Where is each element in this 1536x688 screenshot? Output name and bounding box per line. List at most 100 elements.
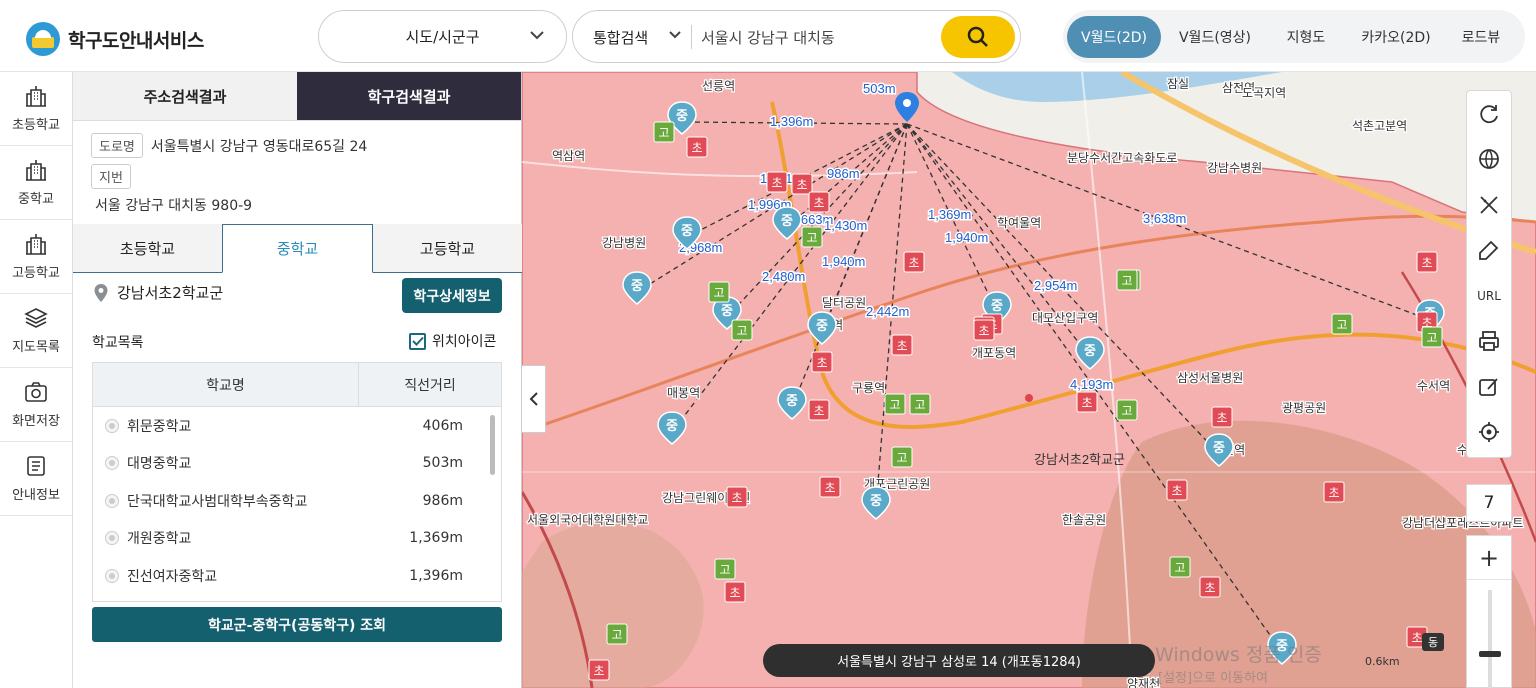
tab-elementary[interactable]: 초등학교 — [73, 224, 222, 272]
svg-text:고: 고 — [914, 398, 925, 412]
tab-topographic[interactable]: 지형도 — [1269, 16, 1343, 58]
nav-screen-save[interactable]: 화면저장 — [0, 368, 72, 442]
table-row[interactable]: 개원중학교 1,369m — [93, 520, 501, 558]
elementary-school-marker-icon[interactable]: 초 — [891, 334, 913, 356]
table-scrollbar[interactable] — [490, 415, 495, 475]
tab-high[interactable]: 고등학교 — [373, 224, 522, 272]
high-school-marker-icon[interactable]: 고 — [714, 558, 736, 580]
radio-button[interactable] — [105, 456, 119, 471]
elementary-school-marker-icon[interactable]: 초 — [819, 476, 841, 498]
url-tool[interactable]: URL — [1467, 273, 1511, 319]
high-school-marker-icon[interactable]: 고 — [731, 319, 753, 341]
table-row[interactable]: 단국대학교사범대학부속중학교 986m — [93, 482, 501, 520]
tab-roadview[interactable]: 로드뷰 — [1449, 16, 1513, 58]
high-school-marker-icon[interactable]: 고 — [606, 623, 628, 645]
nav-high[interactable]: 고등학교 — [0, 220, 72, 294]
high-school-marker-icon[interactable]: 고 — [1421, 326, 1443, 348]
zoom-in-button[interactable]: + — [1467, 536, 1511, 580]
elementary-school-marker-icon[interactable]: 초 — [588, 659, 610, 681]
tab-district-results[interactable]: 학구검색결과 — [297, 72, 521, 121]
high-school-marker-icon[interactable]: 고 — [801, 226, 823, 248]
joint-district-query-button[interactable]: 학교군-중학구(공동학구) 조회 — [92, 607, 502, 642]
radio-button[interactable] — [105, 568, 119, 583]
radio-button[interactable] — [105, 418, 119, 433]
high-school-marker-icon[interactable]: 고 — [1116, 269, 1138, 291]
collapse-panel-button[interactable] — [522, 365, 546, 433]
svg-text:초: 초 — [1421, 256, 1432, 270]
locate-tool[interactable] — [1467, 410, 1511, 456]
elementary-school-marker-icon[interactable]: 초 — [903, 251, 925, 273]
check-icon — [411, 336, 424, 346]
search-input[interactable] — [701, 23, 931, 51]
school-name: 단국대학교사범대학부속중학교 — [127, 493, 308, 510]
zoom-track[interactable] — [1488, 590, 1492, 688]
distance-label: 4,193m — [1070, 377, 1113, 392]
zoom-handle[interactable] — [1479, 651, 1501, 657]
high-school-marker-icon[interactable]: 고 — [653, 121, 675, 143]
print-tool[interactable] — [1467, 319, 1511, 365]
high-school-marker-icon[interactable]: 고 — [1116, 399, 1138, 421]
elementary-school-marker-icon[interactable]: 초 — [1211, 406, 1233, 428]
high-school-marker-icon[interactable]: 고 — [708, 281, 730, 303]
nav-map-list[interactable]: 지도목록 — [0, 294, 72, 368]
chevron-down-icon[interactable] — [669, 28, 681, 43]
globe-tool[interactable] — [1467, 137, 1511, 183]
radio-button[interactable] — [105, 493, 119, 508]
logo[interactable]: 학구도안내서비스 — [26, 22, 204, 56]
elementary-school-marker-icon[interactable]: 초 — [811, 351, 833, 373]
checkbox[interactable] — [409, 332, 426, 350]
elementary-school-marker-icon[interactable]: 초 — [686, 136, 708, 158]
measure-tool[interactable] — [1467, 182, 1511, 228]
elementary-school-marker-icon[interactable]: 초 — [1416, 251, 1438, 273]
high-school-marker-icon[interactable]: 고 — [909, 393, 931, 415]
tab-vworld-2d[interactable]: V월드(2D) — [1067, 15, 1161, 58]
location-icon-label: 위치아이콘 — [432, 334, 497, 350]
elementary-school-marker-icon[interactable]: 초 — [1199, 576, 1221, 598]
svg-text:중: 중 — [666, 419, 678, 434]
tab-kakao-2d[interactable]: 카카오(2D) — [1343, 16, 1449, 58]
address-status-bar: 서울특별시 강남구 삼성로 14 (개포동1284) — [763, 644, 1155, 677]
tab-middle[interactable]: 중학교 — [222, 224, 373, 273]
elementary-school-marker-icon[interactable]: 초 — [724, 581, 746, 603]
tab-address-results[interactable]: 주소검색결과 — [73, 72, 297, 121]
location-icon-toggle[interactable]: 위치아이콘 — [409, 331, 496, 351]
elementary-school-marker-icon[interactable]: 초 — [726, 486, 748, 508]
distance-label: 503m — [863, 81, 896, 96]
high-school-marker-icon[interactable]: 고 — [891, 446, 913, 468]
elementary-school-marker-icon[interactable]: 초 — [808, 191, 830, 213]
nav-elementary[interactable]: 초등학교 — [0, 72, 72, 146]
elementary-school-marker-icon[interactable]: 초 — [1323, 481, 1345, 503]
refresh-tool[interactable] — [1467, 91, 1511, 137]
high-school-marker-icon[interactable]: 고 — [1169, 556, 1191, 578]
crosshair-icon — [1479, 422, 1499, 443]
elementary-school-marker-icon[interactable]: 초 — [766, 171, 788, 193]
elementary-school-marker-icon[interactable]: 초 — [808, 399, 830, 421]
table-row[interactable]: 진선여자중학교 1,396m — [93, 557, 501, 595]
district-detail-button[interactable]: 학구상세정보 — [402, 278, 502, 313]
search-type-select[interactable]: 통합검색 — [593, 27, 648, 48]
nav-middle[interactable]: 중학교 — [0, 146, 72, 220]
high-school-marker-icon[interactable]: 고 — [1331, 313, 1353, 335]
table-row[interactable]: 대명중학교 503m — [93, 445, 501, 483]
elementary-school-marker-icon[interactable]: 초 — [1076, 391, 1098, 413]
radio-button[interactable] — [105, 531, 119, 546]
svg-text:초: 초 — [908, 256, 919, 270]
school-level-tabs: 초등학교 중학교 고등학교 — [73, 224, 522, 273]
col-school-name: 학교명 — [93, 363, 359, 406]
place-label: 학여울역 — [997, 216, 1041, 230]
region-select[interactable]: 시도/시군구 — [318, 10, 567, 63]
svg-text:고: 고 — [1426, 331, 1437, 345]
elementary-school-marker-icon[interactable]: 초 — [791, 173, 813, 195]
map-view[interactable]: 503m1,396m1,541m986m1,996m1,663m1,430m1,… — [522, 72, 1536, 688]
elementary-school-marker-icon[interactable]: 초 — [973, 319, 995, 341]
table-row[interactable]: 휘문중학교 406m — [93, 407, 501, 445]
draw-tool[interactable] — [1467, 228, 1511, 274]
search-button[interactable] — [941, 16, 1015, 58]
nav-info[interactable]: 안내정보 — [0, 442, 72, 516]
edit-tool[interactable] — [1467, 364, 1511, 410]
map-canvas[interactable]: 503m1,396m1,541m986m1,996m1,663m1,430m1,… — [522, 72, 1536, 688]
high-school-marker-icon[interactable]: 고 — [884, 393, 906, 415]
elementary-school-marker-icon[interactable]: 초 — [1166, 479, 1188, 501]
tab-vworld-imagery[interactable]: V월드(영상) — [1161, 16, 1269, 58]
svg-text:초: 초 — [813, 196, 824, 210]
